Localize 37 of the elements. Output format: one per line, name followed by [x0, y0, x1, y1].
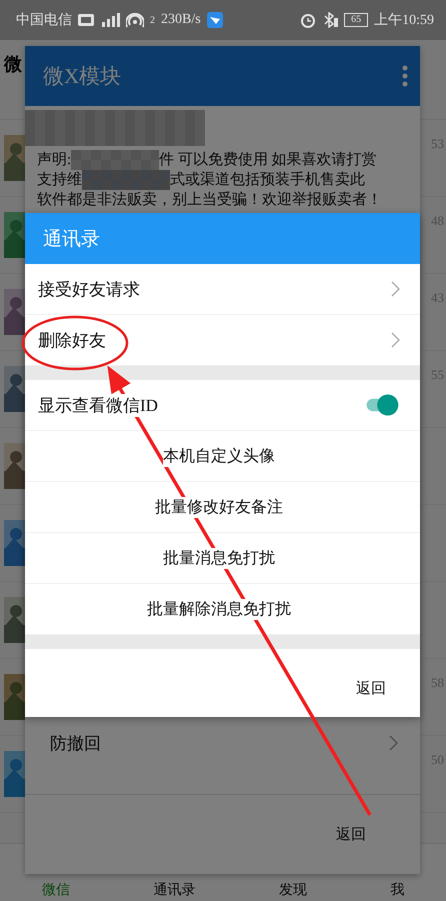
- menu-item[interactable]: 接受好友请求: [25, 264, 420, 315]
- dialog-title: 微X模块: [43, 63, 122, 90]
- chevron-icon: [389, 735, 398, 751]
- hotspot-icon: [126, 12, 144, 28]
- menu-item[interactable]: 批量修改好友备注: [25, 482, 420, 533]
- app-notification-icon: [206, 12, 223, 28]
- statement-text: 式或渠道包括预装手机售卖此: [170, 170, 365, 190]
- back-button[interactable]: 返回: [352, 674, 390, 702]
- hd-icon: [78, 14, 94, 26]
- clock: 上午10:59: [374, 12, 434, 29]
- nav-tab[interactable]: 通讯录: [153, 881, 196, 899]
- statement-text: 软件都是非法贩卖，别上当受骗！欢迎举报贩卖者！: [37, 190, 382, 210]
- menu-item[interactable]: 批量消息免打扰: [25, 533, 420, 584]
- chevron-icon: [391, 332, 400, 348]
- alarm-icon: [300, 12, 316, 28]
- battery-level: 65: [344, 13, 368, 27]
- settings-item[interactable]: 防撤回: [25, 718, 420, 768]
- statement-text: 支持维: [37, 170, 82, 190]
- nav-tab[interactable]: 我: [390, 881, 404, 899]
- signal-icon: [100, 13, 120, 27]
- menu-item[interactable]: 本机自定义头像: [25, 431, 420, 482]
- toggle-switch[interactable]: [364, 393, 400, 417]
- statement-text: 声明:: [37, 150, 72, 170]
- switch-label: 显示查看微信ID: [38, 394, 158, 416]
- carrier-name: 中国电信: [16, 12, 72, 29]
- menu-item[interactable]: 删除好友: [25, 315, 420, 366]
- statement-text: 件 可以免费使用 如果喜欢请打赏: [159, 150, 377, 170]
- nav-tab[interactable]: 发现: [278, 881, 307, 899]
- bluetooth-icon: [322, 12, 338, 28]
- network-speed: 230B/s: [161, 12, 201, 28]
- more-icon[interactable]: [402, 65, 408, 87]
- back-button[interactable]: 返回: [332, 821, 370, 848]
- app-title: 微: [4, 53, 22, 76]
- chevron-icon: [391, 281, 400, 297]
- menu-item[interactable]: 批量解除消息免打扰: [25, 584, 420, 635]
- dialog-title: 通讯录: [43, 228, 100, 252]
- hotspot-count: 2: [150, 14, 155, 26]
